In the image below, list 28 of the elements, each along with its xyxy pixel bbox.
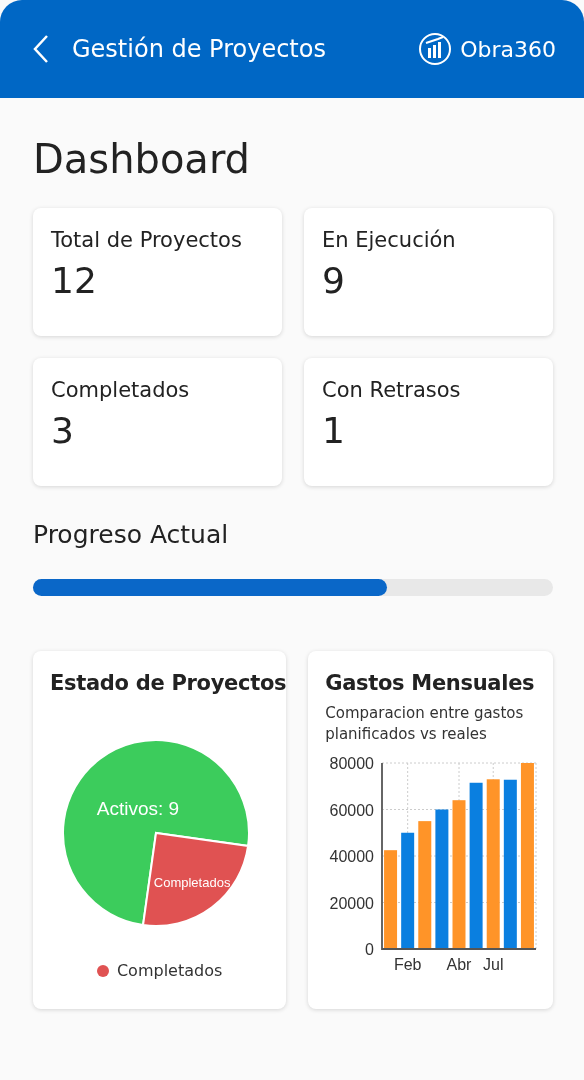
stat-value: 9 xyxy=(322,260,345,301)
y-tick-label: 80000 xyxy=(329,755,375,772)
slice-label: Completados xyxy=(153,874,231,890)
stat-label: Total de Proyectos xyxy=(51,228,242,252)
logo-icon xyxy=(418,32,453,66)
back-icon[interactable] xyxy=(32,34,50,64)
stat-label: En Ejecución xyxy=(322,228,456,252)
y-tick-label: 0 xyxy=(365,941,375,958)
y-tick-label: 40000 xyxy=(329,848,375,865)
header-title: Gestión de Proyectos xyxy=(72,35,327,63)
y-tick-label: 60000 xyxy=(329,801,375,819)
x-tick-label: Feb xyxy=(394,956,422,973)
stat-value: 3 xyxy=(51,410,74,451)
x-tick-label: Abr xyxy=(446,956,472,973)
page-title: Dashboard xyxy=(33,136,251,182)
y-tick-label: 20000 xyxy=(329,894,375,912)
stat-label: Completados xyxy=(51,378,190,402)
brand-name: Obra360 xyxy=(460,36,556,62)
slice-label: Activos: 9 xyxy=(96,798,180,820)
card-title: Gastos Mensuales xyxy=(325,671,535,695)
stat-label: Con Retrasos xyxy=(322,378,461,402)
card-subtitle: Comparacion entre gastos planificados vs reales xyxy=(325,703,525,745)
stat-value: 1 xyxy=(322,410,345,451)
card-title: Estado de Proyectos xyxy=(50,671,287,695)
legend-label: Completados xyxy=(116,961,223,980)
stat-value: 12 xyxy=(51,260,97,301)
x-tick-label: Jul xyxy=(483,956,504,973)
progress-label: Progreso Actual xyxy=(33,520,229,549)
